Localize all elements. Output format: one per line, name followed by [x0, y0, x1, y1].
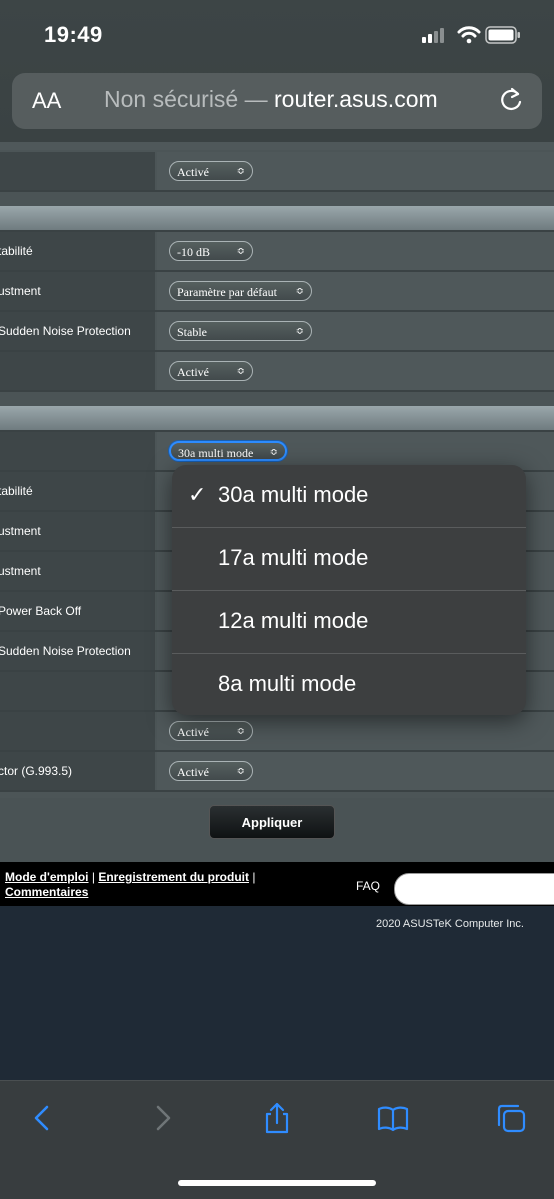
row-label — [0, 152, 155, 190]
section-header — [0, 206, 554, 232]
settings-row: ctor (G.993.5) Activé ≎ — [0, 752, 554, 792]
chevron-left-icon[interactable] — [26, 1101, 60, 1135]
dropdown-option[interactable]: 8a multi mode — [172, 654, 526, 715]
signal-wifi-battery-icon — [422, 26, 520, 44]
section-gap — [0, 392, 554, 406]
row-value: Activé ≎ — [157, 352, 554, 390]
row-label: Power Back Off — [0, 592, 155, 630]
row-value: Paramètre par défaut ≎ — [157, 272, 554, 310]
settings-row: Activé ≎ — [0, 352, 554, 392]
row-label: ctor (G.993.5) — [0, 752, 155, 790]
faq-label: FAQ — [356, 879, 381, 893]
activation-select[interactable]: Activé ≎ — [169, 161, 253, 181]
tabs-icon[interactable] — [494, 1101, 528, 1135]
row-label: ustment — [0, 272, 155, 310]
checkmark-icon: ✓ — [188, 482, 207, 507]
row-value: Activé ≎ — [157, 712, 554, 750]
settings-row: tabilité -10 dB ≎ — [0, 232, 554, 272]
share-icon[interactable] — [260, 1101, 294, 1135]
footer-links: Mode d'emploi | Enregistrement du produi… — [5, 870, 256, 899]
row-label: tabilité — [0, 232, 155, 270]
row-label — [0, 352, 155, 390]
dropdown-option[interactable]: 17a multi mode — [172, 528, 526, 591]
row-label: ustment — [0, 512, 155, 550]
adjustment-select[interactable]: Paramètre par défaut ≎ — [169, 281, 312, 301]
row-value: Activé ≎ — [157, 152, 554, 190]
text-size-button[interactable]: AA — [32, 88, 61, 114]
settings-row: ustment Paramètre par défaut ≎ — [0, 272, 554, 312]
activation-select[interactable]: Activé ≎ — [169, 361, 253, 381]
snr-margin-select[interactable]: -10 dB ≎ — [169, 241, 253, 261]
insecure-label: Non sécurisé — — [104, 86, 268, 112]
sudden-noise-select[interactable]: Stable ≎ — [169, 321, 312, 341]
vdsl-profile-select[interactable]: 30a multi mode ≎ — [169, 441, 287, 461]
row-label — [0, 672, 155, 710]
feedback-link[interactable]: Commentaires — [5, 885, 88, 899]
row-label — [0, 712, 155, 750]
row-label: Sudden Noise Protection — [0, 312, 155, 350]
book-icon[interactable] — [376, 1101, 410, 1135]
partial-row — [0, 142, 554, 150]
row-label — [0, 432, 155, 470]
row-label: tabilité — [0, 472, 155, 510]
copyright-text: 2020 ASUSTeK Computer Inc. — [376, 918, 524, 930]
url-bar[interactable]: AA Non sécurisé — router.asus.com — [12, 73, 542, 129]
row-label: ustment — [0, 552, 155, 590]
status-icons — [418, 22, 528, 48]
dropdown-option[interactable]: ✓ 30a multi mode — [172, 465, 526, 528]
row-value: Activé ≎ — [157, 752, 554, 790]
manual-link[interactable]: Mode d'emploi — [5, 870, 89, 884]
activation-select[interactable]: Activé ≎ — [169, 721, 253, 741]
apply-button[interactable]: Appliquer — [209, 805, 335, 839]
chevron-right-icon[interactable] — [146, 1101, 180, 1135]
row-value: -10 dB ≎ — [157, 232, 554, 270]
safari-top-bar: 19:49 AA Non sécurisé — router.asus.com — [0, 0, 554, 142]
settings-row: Activé ≎ — [0, 152, 554, 192]
url-domain: router.asus.com — [274, 86, 438, 112]
registration-link[interactable]: Enregistrement du produit — [98, 870, 249, 884]
page-background — [0, 906, 554, 1080]
home-indicator — [178, 1180, 376, 1186]
row-value: Stable ≎ — [157, 312, 554, 350]
status-time: 19:49 — [44, 22, 103, 47]
profile-dropdown-menu: ✓ 30a multi mode 17a multi mode 12a mult… — [172, 465, 526, 715]
dropdown-option[interactable]: 12a multi mode — [172, 591, 526, 654]
section-gap — [0, 192, 554, 206]
settings-row: Sudden Noise Protection Stable ≎ — [0, 312, 554, 352]
settings-row: Activé ≎ — [0, 712, 554, 752]
url-text[interactable]: Non sécurisé — router.asus.com — [104, 86, 438, 113]
footer-bar: Mode d'emploi | Enregistrement du produi… — [0, 862, 554, 906]
section-header — [0, 406, 554, 432]
faq-search-input[interactable] — [394, 873, 554, 905]
vectoring-select[interactable]: Activé ≎ — [169, 761, 253, 781]
row-label: Sudden Noise Protection — [0, 632, 155, 670]
reload-icon[interactable] — [496, 85, 526, 115]
